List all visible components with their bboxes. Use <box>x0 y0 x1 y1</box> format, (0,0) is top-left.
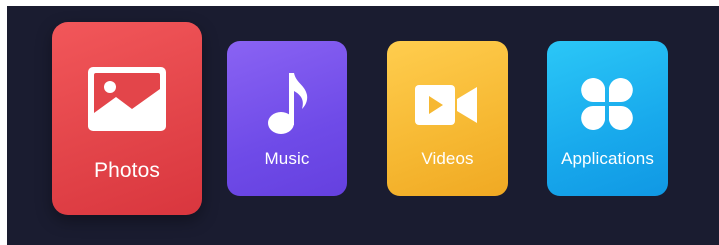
launcher-screen: Photos Music Videos Applications <box>7 6 719 245</box>
tile-photos[interactable]: Photos <box>52 22 202 215</box>
tile-videos[interactable]: Videos <box>387 41 508 196</box>
music-note-icon <box>268 73 308 134</box>
tile-applications[interactable]: Applications <box>547 41 668 196</box>
image-icon <box>88 67 166 131</box>
four-petal-apps-icon <box>581 78 633 130</box>
tile-music-label: Music <box>264 149 310 168</box>
tile-applications-label: Applications <box>561 149 654 168</box>
tile-videos-label: Videos <box>421 149 474 168</box>
tile-music[interactable]: Music <box>227 41 347 196</box>
tile-photos-label: Photos <box>94 159 160 182</box>
video-camera-icon <box>415 85 477 125</box>
